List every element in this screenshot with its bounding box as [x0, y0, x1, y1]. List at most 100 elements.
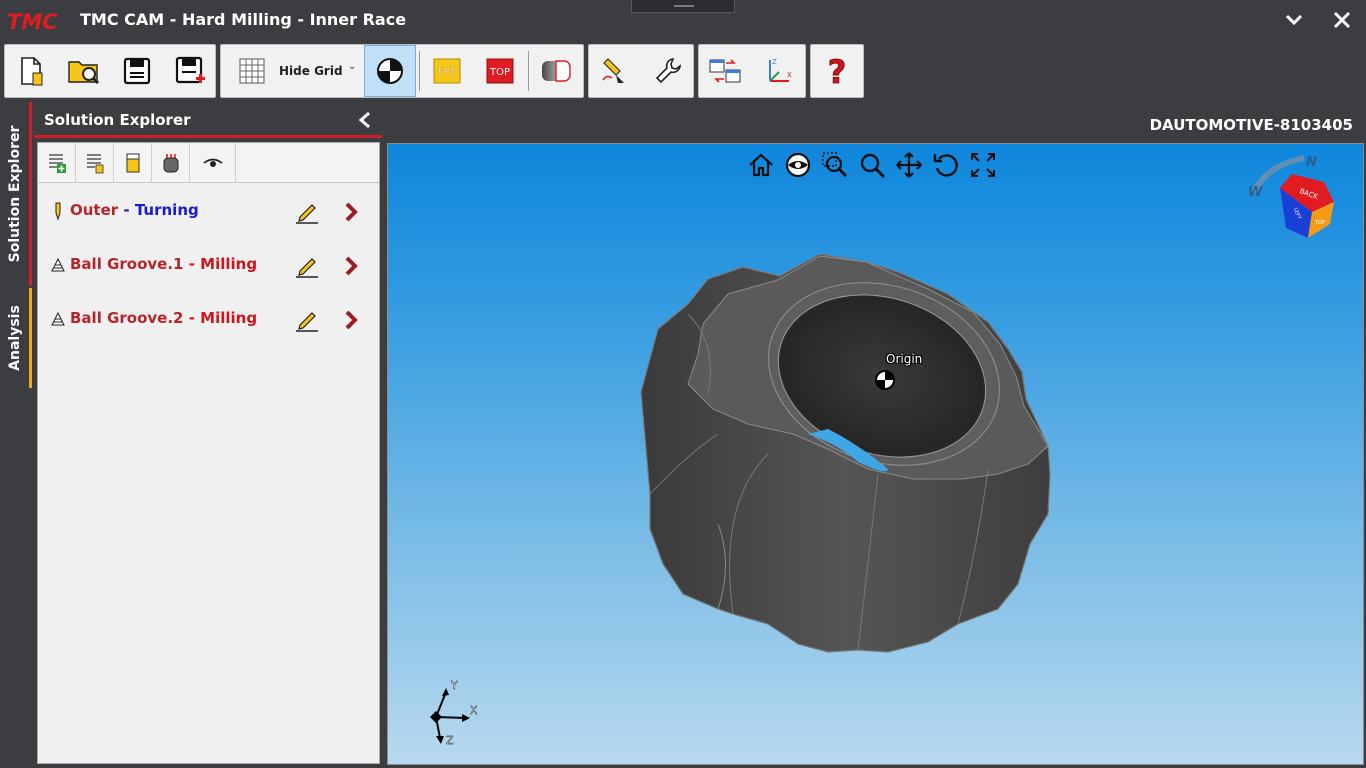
chevron-right-icon[interactable] — [343, 201, 359, 223]
svg-text:X: X — [787, 71, 792, 79]
compass-west-label: W — [1248, 185, 1263, 200]
top-view-label: TOP — [489, 67, 510, 78]
stock-button[interactable] — [114, 143, 152, 183]
edit-pencil-icon[interactable] — [294, 253, 320, 279]
milling-tool-icon — [51, 257, 65, 272]
chevron-right-icon[interactable] — [343, 255, 359, 277]
settings-button[interactable] — [642, 45, 694, 97]
data-toolbar-group: Z X — [698, 44, 806, 98]
axis-z-label: Z — [446, 734, 454, 747]
toolbar-separator — [528, 51, 529, 91]
add-list-icon — [48, 154, 66, 173]
save-as-button[interactable] — [164, 45, 216, 97]
save-button[interactable] — [111, 45, 163, 97]
solution-explorer-panel: Outer - Turning Ball Groove.1 - Milling … — [37, 142, 380, 764]
swap-icon — [709, 59, 741, 83]
center-view-button[interactable] — [364, 45, 416, 97]
axis-y-label: Y — [450, 679, 458, 692]
cube-face-top: TOP — [1314, 220, 1325, 226]
axis-x-label: X — [470, 704, 478, 717]
operation-label: Ball Groove.2 - Milling — [70, 309, 257, 327]
operation-type: Milling — [200, 255, 258, 273]
title-bar: TMC TMC CAM - Hard Milling - Inner Race — [0, 0, 1366, 42]
turning-tool-icon — [55, 202, 61, 221]
tool-edit-icon — [602, 58, 624, 83]
front-view-icon: FRT — [433, 58, 461, 84]
chevron-right-icon[interactable] — [343, 309, 359, 331]
tab-analysis-label: Analysis — [6, 305, 23, 371]
tab-solution-explorer-label: Solution Explorer — [6, 125, 23, 263]
close-icon[interactable] — [1330, 8, 1354, 32]
svg-text:?: ? — [828, 55, 847, 87]
front-view-button[interactable]: FRT — [421, 45, 473, 97]
fixture-button[interactable] — [152, 143, 190, 183]
axis-triad: Y X Z — [430, 679, 478, 747]
operation-row[interactable]: Ball Groove.2 - Milling — [38, 293, 379, 347]
help-icon: ? — [827, 55, 847, 87]
svg-text:Z: Z — [772, 58, 777, 66]
machine-id-label: DAUTOMOTIVE-8103405 — [1149, 116, 1353, 134]
operation-name: Ball Groove.2 — [70, 309, 184, 327]
app-title: TMC CAM - Hard Milling - Inner Race — [80, 10, 407, 29]
solution-explorer-header: Solution Explorer — [34, 102, 382, 138]
operation-row[interactable]: Ball Groove.1 - Milling — [38, 239, 379, 293]
file-toolbar-group — [4, 44, 216, 98]
hide-grid-dropdown[interactable]: Hide Grid ⌄ — [221, 45, 363, 97]
settings-wrench-icon — [655, 58, 681, 84]
front-view-label: FRT — [438, 67, 457, 78]
operation-name: Outer — [70, 201, 119, 219]
operation-type: Milling — [200, 309, 258, 327]
section-view-icon — [542, 60, 571, 82]
explorer-toolbar — [38, 143, 379, 183]
inner-race-part[interactable] — [388, 144, 1364, 765]
view-toolbar-group: Hide Grid ⌄ FRT TOP — [220, 44, 584, 98]
chevron-left-icon[interactable] — [356, 110, 374, 130]
tool-edit-button[interactable] — [589, 45, 641, 97]
main-toolbar: Hide Grid ⌄ FRT TOP Z X ? — [0, 42, 1366, 100]
center-view-icon — [377, 58, 403, 84]
edit-pencil-icon[interactable] — [294, 199, 320, 225]
edit-pencil-icon[interactable] — [294, 307, 320, 333]
logo-text: TMC — [7, 10, 58, 32]
fixture-icon — [163, 154, 178, 173]
navigation-cube[interactable]: N W BACK TOP LEFT — [1246, 152, 1342, 242]
new-file-icon — [21, 57, 43, 86]
swap-button[interactable] — [699, 45, 751, 97]
help-button[interactable]: ? — [811, 45, 863, 97]
chevron-down-icon: ⌄ — [348, 61, 357, 72]
new-file-button[interactable] — [5, 45, 57, 97]
open-file-icon — [68, 61, 100, 85]
add-operation-button[interactable] — [38, 143, 76, 183]
grid-icon — [239, 58, 265, 84]
list-icon — [86, 154, 103, 174]
save-as-icon — [175, 56, 205, 84]
hide-grid-label: Hide Grid — [279, 64, 343, 78]
eye-icon — [203, 158, 222, 167]
operation-name: Ball Groove.1 — [70, 255, 184, 273]
axis-config-icon: Z X — [769, 58, 792, 82]
section-view-button[interactable] — [530, 45, 582, 97]
list-operations-button[interactable] — [76, 143, 114, 183]
solution-explorer-title: Solution Explorer — [44, 111, 191, 129]
tools-toolbar-group — [588, 44, 694, 98]
save-icon — [123, 57, 151, 85]
operation-separator: - — [183, 309, 201, 327]
window-drag-grip[interactable] — [631, 0, 735, 13]
visibility-button[interactable] — [190, 143, 236, 183]
3d-viewport[interactable]: Origin N W BACK TOP LEFT Y X Z — [387, 143, 1364, 765]
top-view-button[interactable]: TOP — [474, 45, 526, 97]
tmc-logo: TMC — [7, 10, 58, 32]
origin-label: Origin — [886, 352, 923, 366]
stock-icon — [126, 153, 139, 173]
side-tab-strip: Solution Explorer Analysis — [0, 102, 32, 768]
tab-solution-explorer[interactable]: Solution Explorer — [0, 102, 32, 286]
tab-analysis[interactable]: Analysis — [0, 288, 32, 388]
milling-tool-icon — [51, 311, 65, 326]
operation-separator: - — [118, 201, 135, 219]
operation-label: Ball Groove.1 - Milling — [70, 255, 257, 273]
open-file-button[interactable] — [58, 45, 110, 97]
operation-row[interactable]: Outer - Turning — [38, 185, 379, 239]
axis-config-button[interactable]: Z X — [753, 45, 805, 97]
operation-type: Turning — [134, 201, 199, 219]
chevron-down-icon[interactable] — [1282, 8, 1306, 32]
